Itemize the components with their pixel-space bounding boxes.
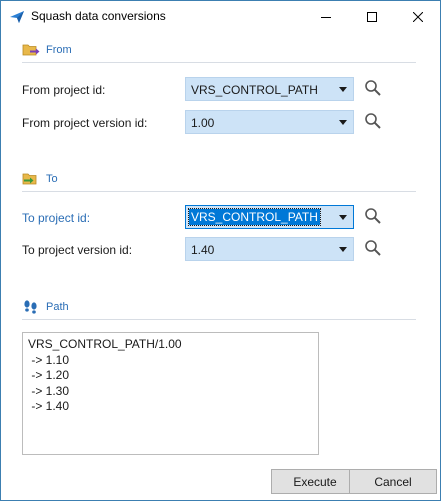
from-project-search-button[interactable] — [362, 78, 384, 100]
from-version-value: 1.00 — [191, 116, 215, 130]
to-version-label: To project version id: — [22, 243, 133, 257]
to-divider — [22, 191, 416, 192]
close-button[interactable] — [395, 1, 441, 32]
chevron-down-icon — [339, 215, 347, 220]
from-section-label: From — [46, 44, 72, 56]
folder-export-icon — [22, 42, 40, 58]
from-version-search-button[interactable] — [362, 111, 384, 133]
footsteps-icon — [22, 299, 40, 315]
path-textarea[interactable]: VRS_CONTROL_PATH/1.00 -> 1.10 -> 1.20 ->… — [22, 332, 319, 455]
magnifier-icon — [364, 239, 382, 260]
path-line: -> 1.10 — [28, 352, 70, 367]
path-line: VRS_CONTROL_PATH/1.00 — [28, 337, 182, 351]
close-icon — [413, 11, 423, 22]
path-line: -> 1.20 — [28, 368, 70, 382]
to-version-search-button[interactable] — [362, 238, 384, 260]
minimize-button[interactable] — [303, 1, 349, 32]
execute-button[interactable]: Execute — [271, 469, 359, 494]
dialog-window: Squash data conversions From From projec… — [0, 0, 441, 501]
to-project-id-value: VRS_CONTROL_PATH — [188, 208, 321, 226]
path-line: -> 1.40 — [28, 399, 70, 413]
minimize-icon — [321, 12, 331, 22]
cancel-button-label: Cancel — [374, 474, 412, 489]
magnifier-icon — [364, 207, 382, 228]
from-project-id-value: VRS_CONTROL_PATH — [191, 83, 318, 97]
chevron-down-icon — [339, 87, 347, 92]
to-version-value: 1.40 — [191, 243, 215, 257]
maximize-button[interactable] — [349, 1, 395, 32]
to-version-select[interactable]: 1.40 — [185, 237, 354, 261]
execute-button-label: Execute — [293, 474, 337, 489]
chevron-down-icon — [339, 247, 347, 252]
to-project-id-select[interactable]: VRS_CONTROL_PATH — [185, 205, 354, 229]
to-section-label: To — [46, 173, 58, 185]
from-version-select[interactable]: 1.00 — [185, 110, 354, 134]
path-divider — [22, 319, 416, 320]
from-project-id-label: From project id: — [22, 83, 106, 97]
magnifier-icon — [364, 79, 382, 100]
path-section-label: Path — [46, 301, 69, 313]
magnifier-icon — [364, 112, 382, 133]
from-version-label: From project version id: — [22, 116, 148, 130]
window-title: Squash data conversions — [31, 9, 166, 23]
maximize-icon — [367, 11, 377, 22]
from-divider — [22, 62, 416, 63]
path-line: -> 1.30 — [28, 383, 70, 398]
paper-plane-icon — [9, 9, 25, 25]
to-project-search-button[interactable] — [362, 206, 384, 228]
chevron-down-icon — [339, 120, 347, 125]
folder-import-icon — [22, 171, 40, 187]
from-project-id-select[interactable]: VRS_CONTROL_PATH — [185, 77, 354, 101]
title-bar[interactable]: Squash data conversions — [1, 1, 440, 32]
to-project-id-label: To project id: — [22, 211, 91, 225]
cancel-button[interactable]: Cancel — [349, 469, 437, 494]
